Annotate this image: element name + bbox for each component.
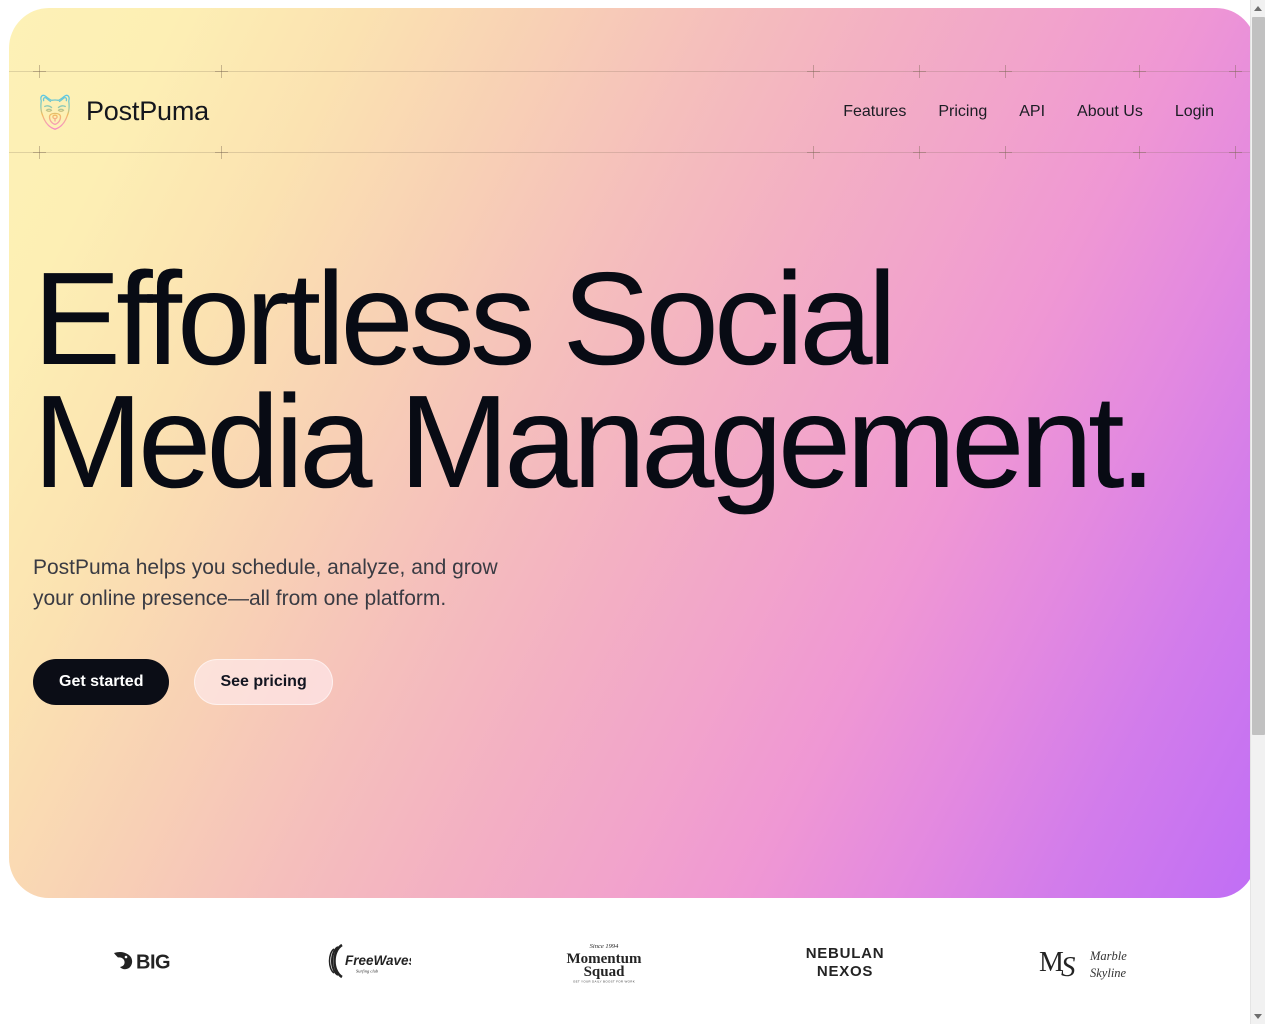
nav-item-login[interactable]: Login: [1175, 103, 1214, 121]
page-scrollbar[interactable]: [1250, 0, 1265, 1024]
hero-content: Effortless Social Media Management. Post…: [33, 245, 1233, 706]
svg-text:GET YOUR DAILY BOOST FOR WORK: GET YOUR DAILY BOOST FOR WORK: [573, 980, 635, 984]
svg-text:NEXOS: NEXOS: [816, 963, 872, 980]
logo-big: BIG: [112, 931, 182, 991]
brand-name: PostPuma: [86, 96, 209, 126]
scroll-up-arrow-icon: [1254, 5, 1262, 11]
svg-text:FreeWaves: FreeWaves: [345, 953, 411, 968]
scroll-down-arrow-icon: [1254, 1013, 1262, 1019]
svg-text:Marble: Marble: [1089, 949, 1127, 963]
site-header: PostPuma Features Pricing API About Us L…: [9, 71, 1256, 152]
svg-text:NEBULAN: NEBULAN: [805, 945, 884, 962]
svg-text:S: S: [1061, 951, 1076, 983]
brand-logo-link[interactable]: PostPuma: [33, 90, 209, 134]
logo-nebulan-nexos: NEBULAN NEXOS: [797, 931, 893, 991]
logo-freewaves: FreeWaves Surfing club: [325, 931, 411, 991]
svg-text:M: M: [1039, 947, 1064, 978]
hero-section: PostPuma Features Pricing API About Us L…: [9, 8, 1256, 898]
scrollbar-thumb[interactable]: [1252, 17, 1265, 735]
hero-title: Effortless Social Media Management.: [33, 245, 1156, 515]
svg-text:Surfing club: Surfing club: [356, 969, 379, 974]
svg-text:Skyline: Skyline: [1090, 966, 1127, 980]
main-navigation: Features Pricing API About Us Login: [843, 103, 1232, 121]
scroll-up-button[interactable]: [1251, 0, 1265, 16]
nav-item-pricing[interactable]: Pricing: [938, 103, 987, 121]
hero-subtitle: PostPuma helps you schedule, analyze, an…: [33, 555, 498, 611]
nav-item-features[interactable]: Features: [843, 103, 906, 121]
grid-line-bottom: [9, 152, 1256, 153]
svg-text:Since 1994: Since 1994: [590, 943, 619, 950]
puma-head-icon: [33, 90, 77, 134]
svg-text:BIG: BIG: [136, 952, 170, 974]
get-started-button[interactable]: Get started: [33, 659, 170, 706]
logo-marble-skyline: M S Marble Skyline: [1036, 931, 1144, 991]
page-root: PostPuma Features Pricing API About Us L…: [0, 0, 1265, 1024]
nav-item-about-us[interactable]: About Us: [1077, 103, 1143, 121]
client-logo-strip: BIG FreeWaves Surfing club Since 1994 Mo…: [0, 898, 1256, 1024]
hero-cta-row: Get started See pricing: [33, 659, 1233, 706]
scroll-down-button[interactable]: [1251, 1008, 1265, 1024]
nav-item-api[interactable]: API: [1019, 103, 1045, 121]
svg-text:Squad: Squad: [584, 964, 626, 980]
see-pricing-button[interactable]: See pricing: [194, 659, 333, 706]
logo-momentum-squad: Since 1994 Momentum Squad GET YOUR DAILY…: [555, 931, 653, 991]
